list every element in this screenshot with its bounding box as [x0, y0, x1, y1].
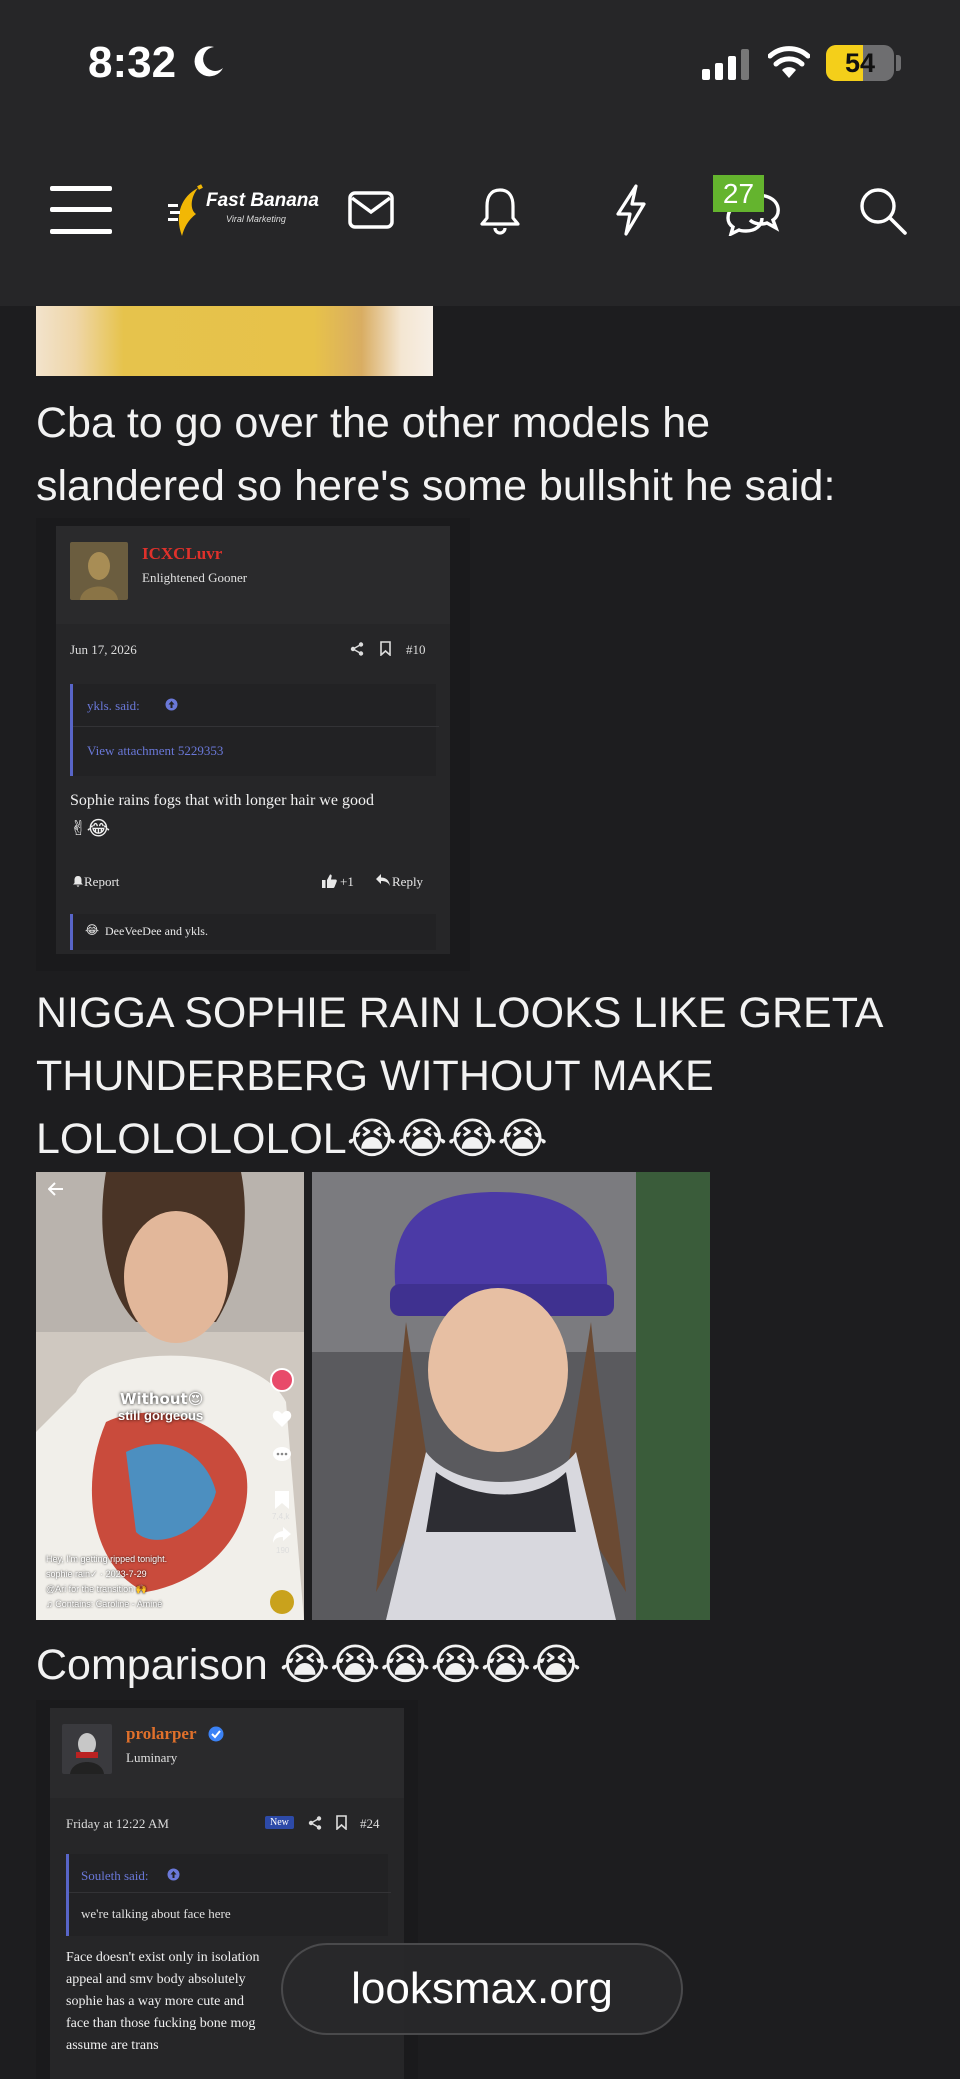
bookmark-icon [380, 641, 391, 656]
share-icon [308, 1816, 322, 1830]
embedded-screenshot-1[interactable]: ICXCLuvr Enlightened Gooner Jun 17, 2026… [36, 518, 470, 971]
comparison-photo-collage[interactable]: Without😍 still gorgeous Hey, I'm getting… [36, 1172, 710, 1620]
back-arrow-icon [48, 1182, 63, 1196]
user-avatar [70, 542, 128, 600]
quote-author: Souleth said: [81, 1868, 149, 1883]
search-icon[interactable] [858, 186, 908, 236]
post-body-emoji: ✌😂 [70, 816, 111, 840]
battery-icon: 54 [826, 45, 894, 81]
lightning-icon[interactable] [614, 184, 648, 236]
post-date: Friday at 12:22 AM [66, 1816, 169, 1831]
report-link: Report [72, 874, 119, 890]
wifi-icon [768, 46, 810, 78]
site-address-pill[interactable]: looksmax.org [281, 1943, 683, 2035]
crying-laughing-emoji-group: 😭😭😭😭😭😭 [279, 1640, 582, 1690]
user-title: Luminary [126, 1750, 178, 1765]
battery-tip [896, 55, 901, 71]
post-number: #10 [406, 642, 426, 657]
quote-block: Souleth said: we're talking about face h… [66, 1854, 391, 1936]
video-footer-line: sophie rain✓ · 2023-7-29 [46, 1569, 147, 1579]
hamburger-menu-icon[interactable] [48, 184, 114, 236]
post-date: Jun 17, 2026 [70, 642, 137, 657]
post-text-line: slandered so here's some bullshit he sai… [36, 462, 836, 510]
quote-text: we're talking about face here [81, 1906, 231, 1921]
mail-icon[interactable] [348, 190, 394, 230]
divider [73, 726, 439, 727]
post-paragraph-2: NIGGA SOPHIE RAIN LOOKS LIKE GRETA THUND… [36, 982, 884, 1171]
caption-line: still gorgeous [118, 1408, 204, 1423]
post-body-line: face than those fucking bone mog [66, 2016, 256, 2031]
bookmark-icon [336, 1815, 347, 1830]
post-paragraph-1: Cba to go over the other models he sland… [36, 392, 835, 518]
reactions-list: DeeVeeDee and ykls. [105, 924, 208, 938]
site-logo[interactable]: Fast Banana Viral Marketing [168, 182, 319, 242]
arrow-up-circle-icon [165, 698, 178, 711]
attached-photo-cropped[interactable] [36, 306, 433, 376]
share-icon [350, 642, 364, 656]
comment-icon [273, 1447, 291, 1461]
crying-laughing-emoji-group: 😭😭😭😭 [346, 1114, 548, 1164]
reaction-emoji: 😂 [85, 923, 100, 937]
video-footer-line: Hey, I'm getting ripped tonight. [46, 1554, 168, 1564]
likes-count: 7,4,k [272, 1512, 290, 1521]
post-body: Jun 17, 2026 #10 ykls. said: View attach… [56, 624, 450, 954]
video-caption: Without😍 still gorgeous [118, 1390, 204, 1423]
post-body-line: assume are trans [66, 2038, 159, 2053]
post-text-segment: Comparison [36, 1641, 280, 1689]
user-title: Enlightened Gooner [142, 570, 248, 585]
share-arrow-icon [273, 1527, 291, 1543]
post-text-segment: LOLOLOLOLOL [36, 1115, 347, 1163]
quote-author: ykls. said: [87, 698, 140, 713]
thumbs-up-icon [322, 874, 337, 888]
post-username: prolarper [126, 1724, 197, 1743]
creator-avatar [270, 1368, 294, 1392]
reply-icon [376, 874, 390, 886]
report-label: Report [84, 874, 120, 889]
heart-icon [272, 1410, 292, 1427]
post-number: #24 [360, 1816, 380, 1831]
post-username: ICXCLuvr [142, 544, 223, 563]
conversations-badge: 27 [713, 175, 764, 212]
divider [69, 1892, 391, 1893]
post-header: prolarper Luminary [50, 1708, 404, 1798]
reactions-bar: 😂 DeeVeeDee and ykls. [70, 914, 436, 950]
moon-icon [194, 46, 223, 77]
like-count: +1 [340, 874, 354, 889]
status-bar: 8:32 54 [0, 0, 960, 130]
video-footer: Hey, I'm getting ripped tonight. sophie … [46, 1552, 167, 1612]
post-paragraph-3: Comparison 😭😭😭😭😭😭 [36, 1634, 581, 1697]
logo-subtitle: Viral Marketing [226, 214, 286, 224]
post-text-line: LOLOLOLOLOL😭😭😭😭 [36, 1108, 884, 1171]
video-footer-line: ♫ Contains: Caroline - Aminé [46, 1599, 163, 1609]
caption-line: Without😍 [120, 1390, 204, 1408]
quote-block: ykls. said: View attachment 5229353 [70, 684, 439, 776]
battery-level: 54 [844, 48, 876, 78]
cellular-signal-icon [702, 48, 749, 80]
post-body-line: sophie has a way more cute and [66, 1994, 245, 2009]
attachment-link: View attachment 5229353 [87, 743, 224, 758]
user-avatar [62, 1724, 112, 1774]
video-footer-line: @Ari for the transition 🙌 [46, 1584, 147, 1594]
post-body-line: Sophie rains fogs that with longer hair … [70, 792, 374, 809]
bell-icon[interactable] [478, 186, 522, 236]
music-disc-icon [270, 1590, 294, 1614]
shares-count: 190 [276, 1546, 290, 1555]
logo-title: Fast Banana [206, 190, 319, 211]
post-body-line: Face doesn't exist only in isolation [66, 1950, 260, 1965]
bell-icon [73, 876, 83, 887]
post-text-line: Cba to go over the other models he [36, 399, 711, 447]
post-text-line: THUNDERBERG WITHOUT MAKE [36, 1052, 714, 1100]
reply-label: Reply [392, 874, 424, 889]
post-body: Friday at 12:22 AM New #24 Souleth said:… [50, 1798, 404, 2079]
thread-content: Cba to go over the other models he sland… [0, 306, 960, 2079]
bookmark-icon [275, 1491, 289, 1509]
arrow-up-circle-icon [167, 1868, 180, 1881]
new-badge: New [265, 1816, 294, 1829]
clock: 8:32 [88, 38, 177, 87]
verified-badge-icon [208, 1726, 224, 1742]
post-body-line: appeal and smv body absolutely [66, 1972, 246, 1987]
post-header: ICXCLuvr Enlightened Gooner [56, 526, 450, 624]
post-text-line: NIGGA SOPHIE RAIN LOOKS LIKE GRETA [36, 989, 884, 1037]
